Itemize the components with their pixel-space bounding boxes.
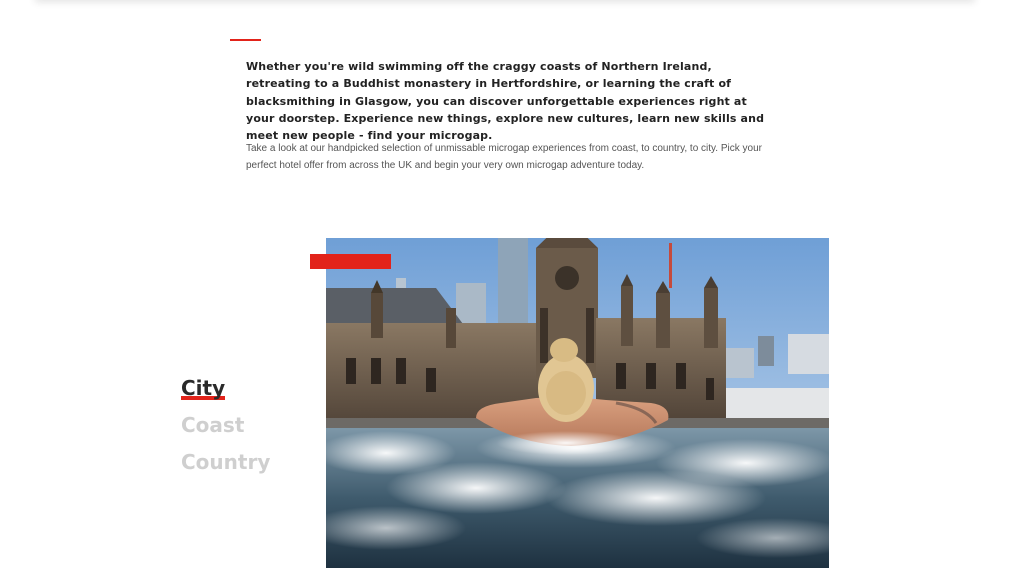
tab-coast[interactable]: Coast — [181, 407, 244, 444]
tab-country[interactable]: Country — [181, 444, 270, 481]
red-accent-tab — [310, 254, 391, 269]
category-tabs: City Coast Country — [181, 370, 301, 481]
intro-body-text: Take a look at our handpicked selection … — [246, 143, 762, 171]
tab-city[interactable]: City — [181, 370, 226, 407]
accent-line — [230, 39, 261, 41]
intro-heading-text: Whether you're wild swimming off the cra… — [246, 60, 765, 143]
rooftop-hot-tub-photo — [326, 238, 829, 568]
